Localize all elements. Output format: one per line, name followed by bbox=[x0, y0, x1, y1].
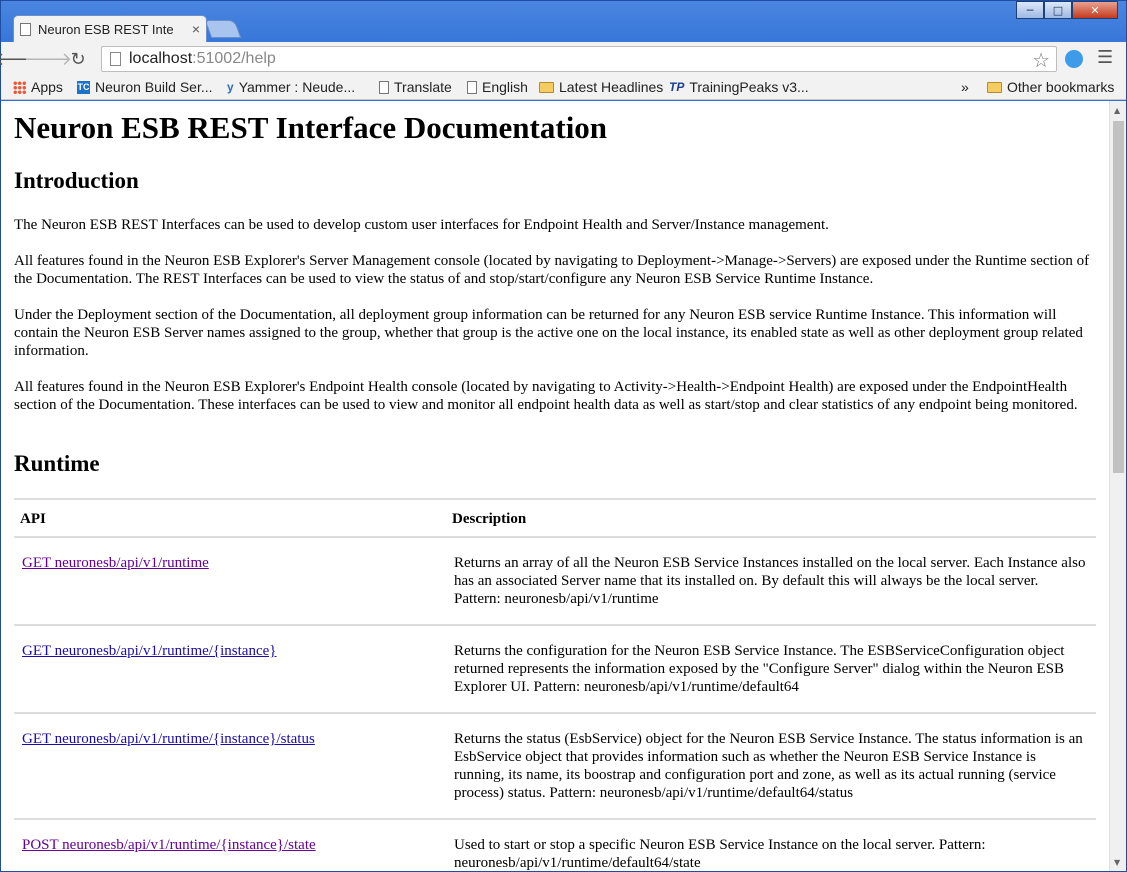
bookmark-label: Yammer : Neude... bbox=[238, 79, 356, 95]
minimize-button[interactable]: ─ bbox=[1016, 1, 1044, 19]
bookmark-label: Apps bbox=[31, 79, 63, 95]
bookmark-yammer[interactable]: y Yammer : Neude... bbox=[227, 79, 355, 95]
description-cell: Returns the configuration for the Neuron… bbox=[446, 625, 1096, 714]
table-row: GET neuronesb/api/v1/runtime/{instance}/… bbox=[14, 713, 1096, 820]
bookmark-translate[interactable]: Translate bbox=[379, 79, 452, 95]
page-icon bbox=[379, 80, 389, 94]
cloud-extension-icon[interactable] bbox=[1065, 50, 1083, 68]
column-header-description: Description bbox=[446, 498, 1096, 538]
bookmark-label: Translate bbox=[394, 79, 452, 95]
folder-icon bbox=[539, 81, 554, 93]
url-path: :51002/help bbox=[192, 50, 276, 67]
url-host: localhost bbox=[129, 50, 193, 67]
api-cell: POST neuronesb/api/v1/runtime/{instance}… bbox=[14, 819, 446, 871]
api-link[interactable]: POST neuronesb/api/v1/runtime/{instance}… bbox=[22, 837, 316, 853]
close-tab-icon[interactable]: × bbox=[192, 21, 200, 37]
api-cell: GET neuronesb/api/v1/runtime bbox=[14, 537, 446, 626]
scrollbar-thumb[interactable] bbox=[1113, 121, 1124, 473]
bookmark-english[interactable]: English bbox=[467, 79, 528, 95]
runtime-heading: Runtime bbox=[14, 451, 100, 476]
bookmark-label: Neuron Build Ser... bbox=[95, 79, 213, 95]
teamcity-icon: TC bbox=[77, 80, 90, 94]
table-row: POST neuronesb/api/v1/runtime/{instance}… bbox=[14, 819, 1096, 871]
bookmark-neuron-build[interactable]: TC Neuron Build Ser... bbox=[77, 79, 213, 95]
introduction-heading: Introduction bbox=[14, 168, 139, 193]
description-cell: Used to start or stop a specific Neuron … bbox=[446, 819, 1096, 871]
yammer-icon: y bbox=[227, 80, 234, 94]
page-title: Neuron ESB REST Interface Documentation bbox=[14, 110, 608, 145]
address-bar[interactable]: localhost:51002/help ☆ bbox=[101, 46, 1057, 72]
bookmark-star-icon[interactable]: ☆ bbox=[1032, 48, 1050, 73]
tab-title: Neuron ESB REST Inte bbox=[38, 21, 174, 37]
scroll-up-icon[interactable]: ▲ bbox=[1114, 106, 1120, 115]
table-row: GET neuronesb/api/v1/runtime/{instance} … bbox=[14, 625, 1096, 714]
table-header-row: API Description bbox=[14, 498, 1096, 538]
other-bookmarks[interactable]: Other bookmarks bbox=[987, 79, 1114, 95]
other-bookmarks-label: Other bookmarks bbox=[1007, 79, 1115, 95]
paragraph: The Neuron ESB REST Interfaces can be us… bbox=[14, 217, 829, 233]
bookmarks-overflow-button[interactable]: » bbox=[961, 79, 969, 95]
description-cell: Returns the status (EsbService) object f… bbox=[446, 713, 1096, 820]
page-content: Neuron ESB REST Interface Documentation … bbox=[1, 101, 1109, 871]
table-row: GET neuronesb/api/v1/runtime Returns an … bbox=[14, 537, 1096, 626]
tab-help[interactable]: Neuron ESB REST Inte × bbox=[13, 15, 207, 42]
bookmark-label: TrainingPeaks v3... bbox=[689, 79, 809, 95]
window-controls: ─ □ ✕ bbox=[1016, 1, 1118, 19]
maximize-button[interactable]: □ bbox=[1044, 1, 1072, 19]
apps-icon bbox=[13, 80, 26, 94]
description-cell: Returns an array of all the Neuron ESB S… bbox=[446, 537, 1096, 626]
api-cell: GET neuronesb/api/v1/runtime/{instance} bbox=[14, 625, 446, 714]
new-tab-button[interactable] bbox=[204, 20, 242, 38]
bookmark-latest-headlines[interactable]: Latest Headlines bbox=[539, 79, 663, 95]
runtime-api-table: API Description GET neuronesb/api/v1/run… bbox=[14, 498, 1096, 871]
browser-window: Neuron ESB REST Inte × ─ □ ✕ 🡐 🡒 ↻ local… bbox=[0, 0, 1127, 872]
bookmark-label: Latest Headlines bbox=[559, 79, 664, 95]
bookmark-apps[interactable]: Apps bbox=[13, 79, 63, 95]
api-link[interactable]: GET neuronesb/api/v1/runtime/{instance} bbox=[22, 643, 276, 659]
menu-icon[interactable]: ☰ bbox=[1097, 47, 1113, 68]
toolbar: 🡐 🡒 ↻ localhost:51002/help ☆ ☰ bbox=[0, 42, 1126, 76]
page-icon bbox=[467, 80, 477, 94]
vertical-scrollbar[interactable]: ▲ ▼ bbox=[1109, 101, 1126, 871]
trainingpeaks-icon: TP bbox=[669, 80, 685, 94]
api-cell: GET neuronesb/api/v1/runtime/{instance}/… bbox=[14, 713, 446, 820]
scroll-down-icon[interactable]: ▼ bbox=[1114, 858, 1120, 867]
bookmark-label: English bbox=[482, 79, 528, 95]
tab-strip: Neuron ESB REST Inte × ─ □ ✕ bbox=[1, 1, 1126, 42]
bookmarks-bar: Apps TC Neuron Build Ser... y Yammer : N… bbox=[1, 76, 1126, 100]
api-link[interactable]: GET neuronesb/api/v1/runtime bbox=[22, 555, 209, 571]
forward-button[interactable]: 🡒 bbox=[24, 46, 72, 72]
reload-button[interactable]: ↻ bbox=[65, 46, 91, 72]
paragraph: Under the Deployment section of the Docu… bbox=[14, 307, 1083, 359]
paragraph: All features found in the Neuron ESB Exp… bbox=[14, 253, 1090, 287]
close-window-button[interactable]: ✕ bbox=[1072, 1, 1118, 19]
paragraph: All features found in the Neuron ESB Exp… bbox=[14, 379, 1078, 413]
page-icon bbox=[20, 22, 31, 36]
folder-icon bbox=[987, 81, 1002, 93]
bookmark-trainingpeaks[interactable]: TP TrainingPeaks v3... bbox=[669, 79, 809, 95]
column-header-api: API bbox=[14, 498, 446, 538]
api-link[interactable]: GET neuronesb/api/v1/runtime/{instance}/… bbox=[22, 731, 315, 747]
page-icon bbox=[110, 52, 121, 66]
